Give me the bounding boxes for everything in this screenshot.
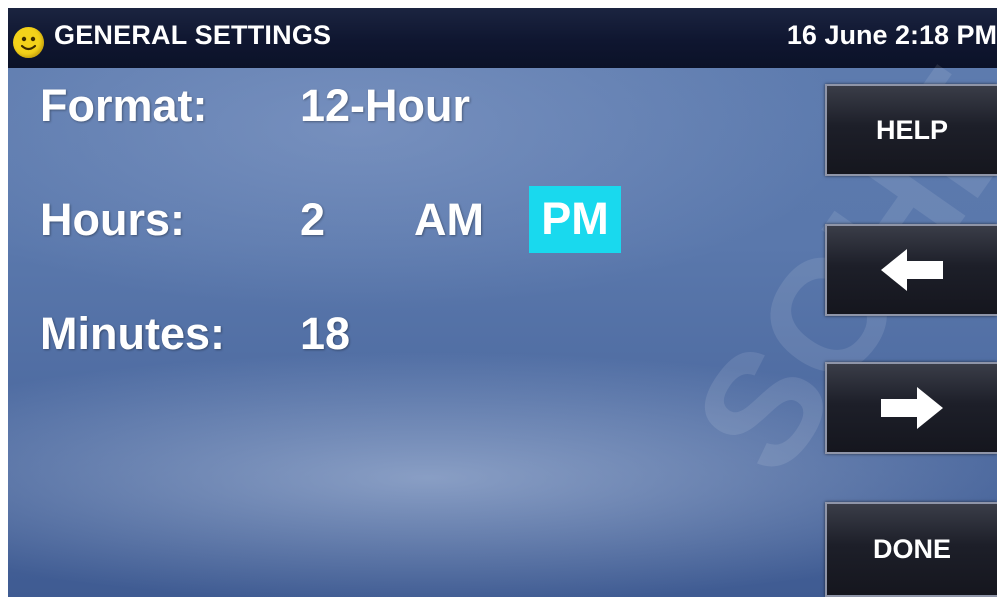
settings-screen: GENERAL SETTINGS 16 June 2:18 PM SCHE Fo… bbox=[8, 8, 997, 597]
datetime-display: 16 June 2:18 PM bbox=[786, 20, 997, 50]
arrow-left-icon bbox=[877, 245, 947, 295]
help-button[interactable]: HELP bbox=[825, 84, 997, 176]
arrow-right-icon bbox=[877, 383, 947, 433]
format-label: Format: bbox=[40, 80, 208, 131]
smiley-icon bbox=[13, 27, 44, 58]
done-button[interactable]: DONE bbox=[825, 502, 997, 597]
pm-option-selected[interactable]: PM bbox=[529, 186, 621, 253]
back-button[interactable] bbox=[825, 224, 997, 316]
forward-button[interactable] bbox=[825, 362, 997, 454]
format-value[interactable]: 12-Hour bbox=[300, 80, 470, 132]
minutes-label: Minutes: bbox=[40, 308, 225, 359]
page-title: GENERAL SETTINGS bbox=[54, 20, 332, 50]
minutes-value[interactable]: 18 bbox=[300, 308, 350, 360]
hours-value[interactable]: 2 bbox=[300, 194, 325, 246]
am-option[interactable]: AM bbox=[414, 194, 484, 246]
hours-label: Hours: bbox=[40, 194, 185, 245]
title-bar: GENERAL SETTINGS 16 June 2:18 PM bbox=[8, 8, 997, 68]
